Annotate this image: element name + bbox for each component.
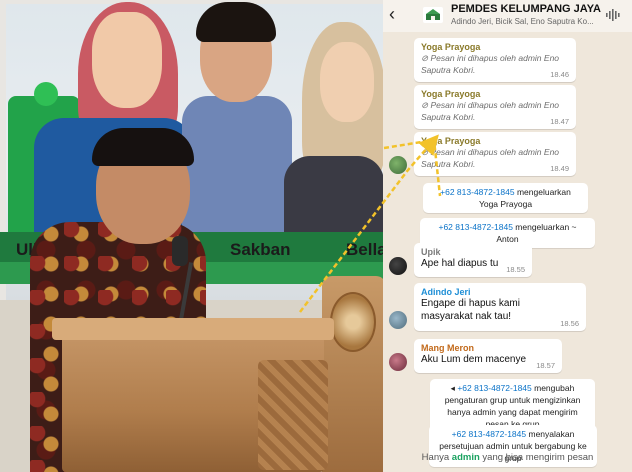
sender-name: Yoga Prayoga: [421, 136, 481, 146]
message-bubble[interactable]: Mang Meron Aku Lum dem macenye 18.57: [414, 339, 562, 373]
notice-suffix: yang bisa mengirim pesan: [479, 452, 594, 463]
garuda-emblem: [330, 292, 376, 352]
deleted-message-text: ⊘ Pesan ini dihapus oleh admin Eno Saput…: [421, 146, 569, 170]
voice-call-icon[interactable]: [605, 8, 621, 22]
sender-avatar[interactable]: [389, 353, 407, 371]
phone-number-link[interactable]: +62 813-4872-1845: [452, 429, 526, 439]
banner-green-dot: [34, 82, 58, 106]
notice-admin: admin: [451, 452, 480, 463]
group-title[interactable]: PEMDES KELUMPANG JAYA: [451, 3, 601, 15]
podium-carving: [258, 360, 328, 470]
screenshot-composite: Ulil Sakban Bella ‹ PEMDES KELUMPANG JAY…: [0, 0, 632, 472]
sender-avatar[interactable]: [389, 311, 407, 329]
whatsapp-chat: ‹ PEMDES KELUMPANG JAYA Adindo Jeri, Bic…: [383, 0, 632, 472]
sender-name: Mang Meron: [421, 343, 474, 353]
sender-name: Yoga Prayoga: [421, 42, 481, 52]
sender-name: Adindo Jeri: [421, 287, 471, 297]
group-avatar[interactable]: [423, 7, 443, 23]
message-bubble[interactable]: Yoga Prayoga ⊘ Pesan ini dihapus oleh ad…: [414, 85, 576, 129]
message-bubble[interactable]: Yoga Prayoga ⊘ Pesan ini dihapus oleh ad…: [414, 132, 576, 176]
microphone: [172, 236, 188, 266]
back-arrow-icon[interactable]: ‹: [389, 4, 395, 25]
deleted-notice: Pesan ini dihapus oleh admin Eno Saputra…: [421, 53, 560, 75]
chat-header: ‹ PEMDES KELUMPANG JAYA Adindo Jeri, Bic…: [383, 0, 632, 32]
message-text: Aku Lum dem macenye: [421, 354, 527, 365]
phone-number-link[interactable]: +62 813-4872-1845: [440, 187, 514, 197]
event-photo: Ulil Sakban Bella: [0, 0, 383, 472]
message-time: 18.55: [506, 265, 525, 274]
banner-person-3-face: [320, 42, 374, 122]
deleted-notice: Pesan ini dihapus oleh admin Eno Saputra…: [421, 100, 560, 122]
group-members[interactable]: Adindo Jeri, Bicik Sal, Eno Saputra Ko..…: [451, 17, 601, 26]
deleted-message-text: ⊘ Pesan ini dihapus oleh admin Eno Saput…: [421, 52, 569, 76]
banner-person-1-face: [92, 12, 162, 108]
message-time: 18.57: [536, 361, 555, 370]
message-time: 18.47: [550, 117, 569, 126]
message-bubble[interactable]: Yoga Prayoga ⊘ Pesan ini dihapus oleh ad…: [414, 38, 576, 82]
message-bubble[interactable]: Upik Ape hal diapus tu 18.55: [414, 243, 532, 277]
admin-only-notice: Hanya admin yang bisa mengirim pesan: [383, 452, 632, 472]
deleted-message-text: ⊘ Pesan ini dihapus oleh admin Eno Saput…: [421, 99, 569, 123]
message-text: Engape di hapus kami masyarakat nak tau!: [421, 298, 520, 322]
phone-number-link[interactable]: +62 813-4872-1845: [438, 222, 512, 232]
sender-name: Yoga Prayoga: [421, 89, 481, 99]
message-time: 18.56: [560, 319, 579, 328]
phone-number-link[interactable]: +62 813-4872-1845: [457, 383, 531, 393]
sender-avatar[interactable]: [389, 257, 407, 275]
notice-prefix: Hanya: [421, 452, 452, 463]
message-time: 18.49: [550, 164, 569, 173]
banner-name-3: Bella: [346, 240, 383, 259]
system-message: +62 813-4872-1845 mengeluarkan Yoga Pray…: [423, 183, 588, 213]
speaker-hair: [92, 128, 194, 166]
sender-avatar[interactable]: [389, 156, 407, 174]
message-time: 18.46: [550, 70, 569, 79]
deleted-notice: Pesan ini dihapus oleh admin Eno Saputra…: [421, 147, 560, 169]
message-bubble[interactable]: Adindo Jeri Engape di hapus kami masyara…: [414, 283, 586, 331]
podium-top: [52, 318, 334, 340]
sender-name: Upik: [421, 247, 441, 257]
banner-name-2: Sakban: [230, 240, 291, 259]
